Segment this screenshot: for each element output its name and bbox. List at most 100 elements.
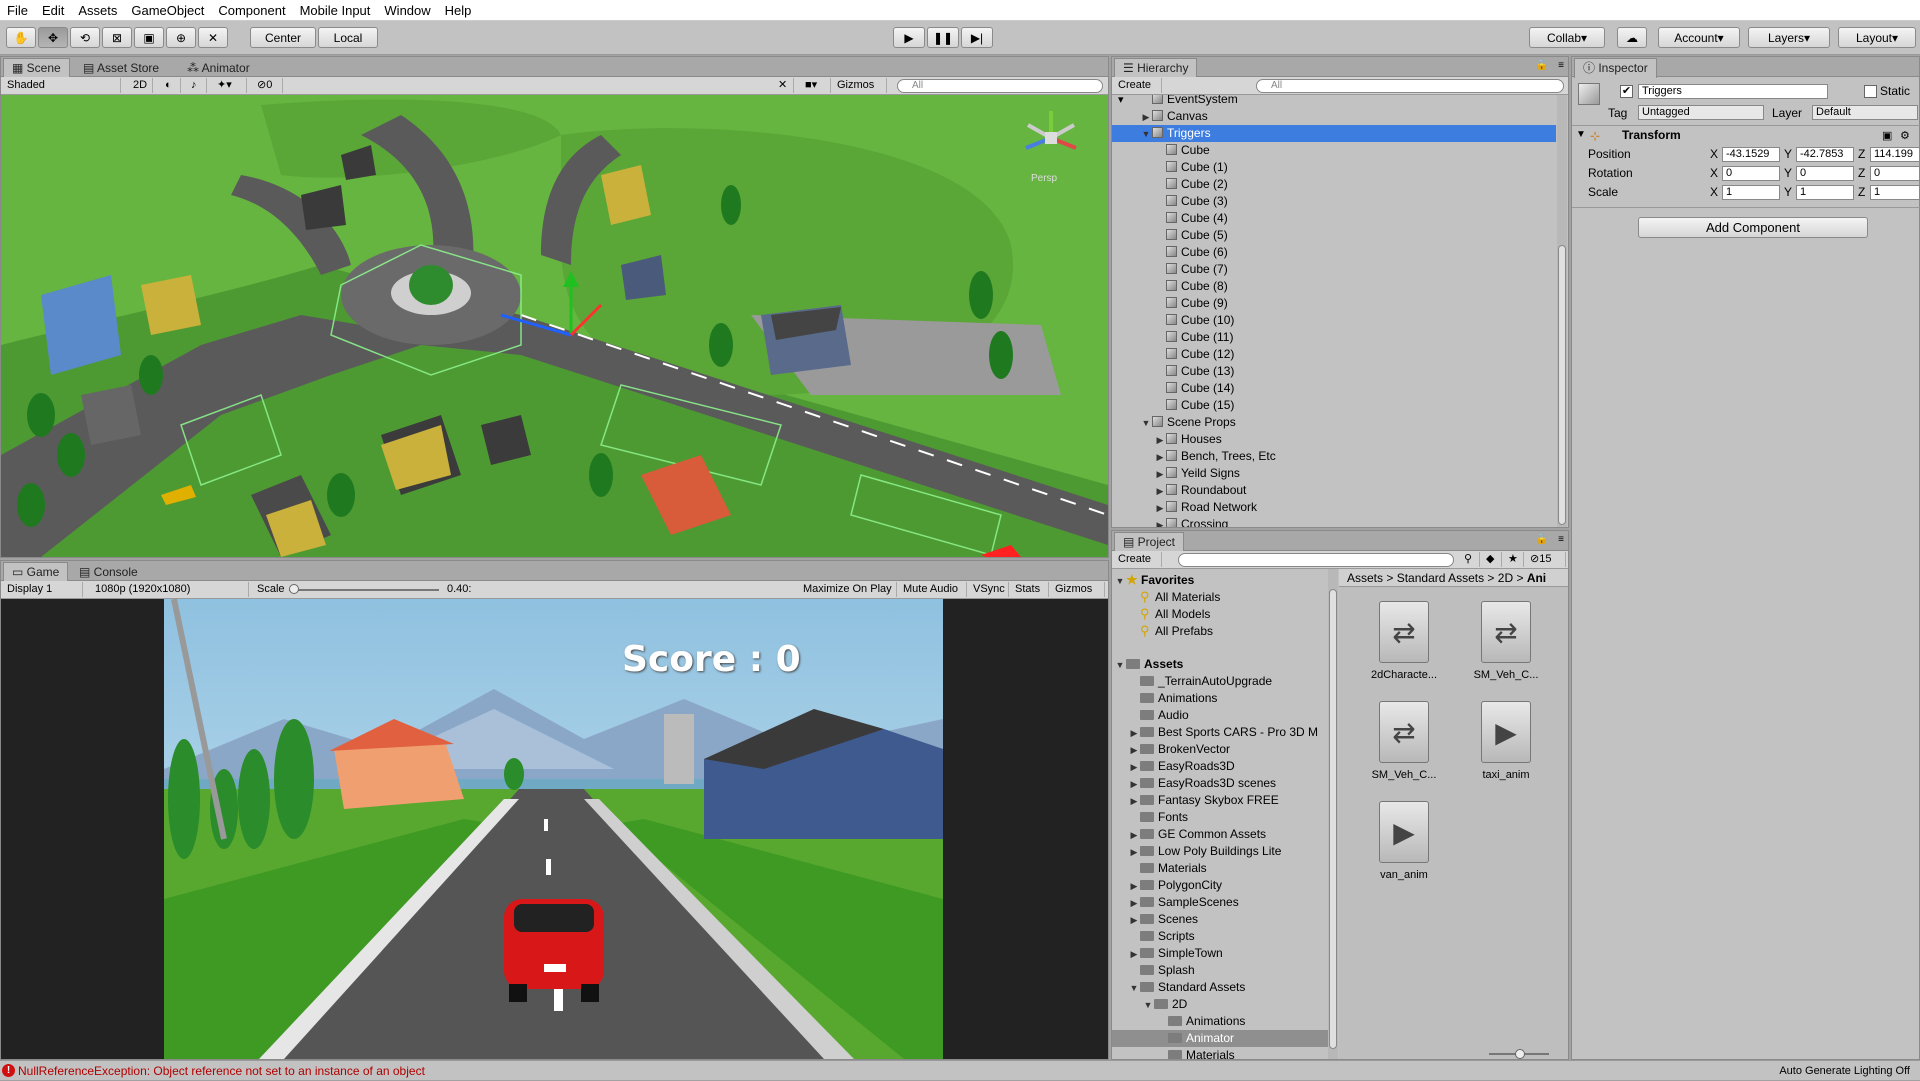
expand-down-icon[interactable]: ▼ (1128, 980, 1140, 997)
expand-right-icon[interactable]: ▶ (1140, 109, 1152, 126)
rotation-z-field[interactable]: 0 (1870, 166, 1920, 181)
hierarchy-item[interactable]: Cube (1) (1112, 159, 1556, 176)
hidden-layers-toggle[interactable]: ⊘0 (253, 78, 283, 93)
icon-size-slider[interactable] (1489, 1049, 1549, 1059)
expand-right-icon[interactable]: ▶ (1128, 844, 1140, 861)
filter-type-icon[interactable]: ⚲ (1460, 552, 1480, 567)
project-tree-item[interactable]: ▶ EasyRoads3D scenes (1112, 775, 1328, 792)
asset-item[interactable]: ⇄ SM_Veh_C... (1359, 701, 1449, 781)
component-settings-icon[interactable]: ⚙ (1900, 129, 1910, 142)
hierarchy-item[interactable]: ▶ Road Network (1112, 499, 1556, 516)
audio-icon[interactable]: ♪ (187, 78, 207, 93)
game-viewport[interactable]: Score : 0 (164, 599, 943, 1059)
hierarchy-item[interactable]: Cube (2) (1112, 176, 1556, 193)
tools-icon[interactable]: ✕ (774, 78, 794, 93)
name-field[interactable]: Triggers (1638, 84, 1828, 99)
transform-tool-icon[interactable]: ⊕ (166, 27, 196, 48)
project-tree-item[interactable]: ▶ Best Sports CARS - Pro 3D M (1112, 724, 1328, 741)
expand-right-icon[interactable]: ▶ (1154, 483, 1166, 500)
hierarchy-item[interactable]: Cube (11) (1112, 329, 1556, 346)
account-dropdown[interactable]: Account ▾ (1658, 27, 1740, 48)
project-tree-scrollbar[interactable] (1328, 569, 1338, 1059)
project-tree-item[interactable]: Splash (1112, 962, 1328, 979)
hierarchy-item[interactable]: ▶ Bench, Trees, Etc (1112, 448, 1556, 465)
gizmos-dropdown[interactable]: Gizmos ▾ (833, 78, 887, 106)
project-tree-item[interactable]: ▶ GE Common Assets (1112, 826, 1328, 843)
tab-asset-store[interactable]: ▤ Asset Store (75, 59, 167, 77)
camera-icon[interactable]: ■▾ (801, 78, 831, 93)
asset-item[interactable]: ⇄ 2dCharacte... (1359, 601, 1449, 681)
menu-assets[interactable]: Assets (71, 0, 124, 21)
expand-down-icon[interactable]: ▼ (1142, 997, 1154, 1014)
transform-foldout-icon[interactable]: ▼ (1576, 129, 1586, 140)
shading-dropdown[interactable]: Shaded (3, 78, 121, 93)
expand-right-icon[interactable]: ▶ (1128, 742, 1140, 759)
hierarchy-item[interactable]: ▶ Yeild Signs (1112, 465, 1556, 482)
stats-toggle[interactable]: Stats (1011, 582, 1049, 597)
expand-right-icon[interactable]: ▶ (1128, 878, 1140, 895)
expand-right-icon[interactable]: ▶ (1154, 449, 1166, 466)
project-tree-item[interactable]: ▶ BrokenVector (1112, 741, 1328, 758)
tag-dropdown[interactable]: Untagged (1638, 105, 1764, 120)
lighting-status[interactable]: Auto Generate Lighting Off (1779, 1061, 1910, 1081)
rotation-x-field[interactable]: 0 (1722, 166, 1780, 181)
project-tree-item[interactable]: Audio (1112, 707, 1328, 724)
project-create-dropdown[interactable]: Create ▾ (1114, 552, 1162, 580)
move-tool-icon[interactable]: ✥ (38, 27, 68, 48)
play-button[interactable]: ▶ (893, 27, 925, 48)
project-tree-item[interactable]: Scripts (1112, 928, 1328, 945)
project-tree-item[interactable]: Materials (1112, 860, 1328, 877)
scene-search-input[interactable]: All (897, 79, 1103, 93)
hierarchy-item[interactable]: ▶ Canvas (1112, 108, 1556, 125)
tab-animator[interactable]: ⁂ Animator (179, 59, 258, 77)
hierarchy-item[interactable]: Cube (8) (1112, 278, 1556, 295)
hidden-count[interactable]: ⊘15 (1526, 552, 1566, 567)
expand-right-icon[interactable]: ▶ (1128, 895, 1140, 912)
scene-viewport[interactable]: Persp (1, 95, 1108, 557)
layout-dropdown[interactable]: Layout ▾ (1838, 27, 1916, 48)
lighting-icon[interactable]: ◐ (161, 78, 181, 93)
display-dropdown[interactable]: Display 1 (3, 582, 83, 597)
menu-window[interactable]: Window (377, 0, 437, 21)
lock-icon[interactable]: 🔒 (1536, 60, 1548, 71)
help-icon[interactable]: ▣ (1882, 129, 1892, 142)
position-y-field[interactable]: -42.7853 (1796, 147, 1854, 162)
expand-right-icon[interactable]: ▶ (1154, 466, 1166, 483)
tab-game[interactable]: ▭ Game (3, 562, 69, 582)
menu-mobile-input[interactable]: Mobile Input (293, 0, 378, 21)
expand-right-icon[interactable]: ▶ (1128, 725, 1140, 742)
menu-component[interactable]: Component (211, 0, 292, 21)
project-tree-item[interactable]: ▶ SampleScenes (1112, 894, 1328, 911)
hierarchy-item[interactable]: Cube (6) (1112, 244, 1556, 261)
static-checkbox[interactable] (1864, 85, 1877, 98)
expand-right-icon[interactable]: ▶ (1154, 500, 1166, 517)
hand-tool-icon[interactable]: ✋ (6, 27, 36, 48)
menu-file[interactable]: File (0, 0, 35, 21)
project-tree-item[interactable]: Fonts (1112, 809, 1328, 826)
2d-toggle[interactable]: 2D (129, 78, 153, 93)
breadcrumb-standard-assets[interactable]: Standard Assets (1397, 571, 1484, 585)
game-gizmos-dropdown[interactable]: Gizmos ▾ (1051, 582, 1105, 610)
hierarchy-item[interactable]: Cube (3) (1112, 193, 1556, 210)
tab-project[interactable]: ▤ Project (1114, 532, 1185, 552)
scale-thumb[interactable] (289, 584, 299, 594)
hierarchy-item[interactable]: Cube (13) (1112, 363, 1556, 380)
icon-size-thumb[interactable] (1515, 1049, 1525, 1059)
persp-label[interactable]: Persp (1031, 173, 1057, 184)
scale-tool-icon[interactable]: ⊠ (102, 27, 132, 48)
rotation-y-field[interactable]: 0 (1796, 166, 1854, 181)
asset-item[interactable]: ⇄ SM_Veh_C... (1461, 601, 1551, 681)
scale-x-field[interactable]: 1 (1722, 185, 1780, 200)
tab-inspector[interactable]: ⓘ Inspector (1574, 58, 1657, 78)
breadcrumb-current[interactable]: Ani (1527, 571, 1546, 585)
favorite-icon[interactable]: ★ (1504, 552, 1524, 567)
scene-gizmo[interactable]: Persp (1016, 103, 1086, 184)
expand-down-icon[interactable]: ▼ (1140, 126, 1152, 143)
project-tree-item[interactable]: Animations (1112, 1013, 1328, 1030)
position-x-field[interactable]: -43.1529 (1722, 147, 1780, 162)
project-tree-item[interactable]: ▶ Low Poly Buildings Lite (1112, 843, 1328, 860)
layers-dropdown[interactable]: Layers ▾ (1748, 27, 1830, 48)
hierarchy-item[interactable]: ▶ Houses (1112, 431, 1556, 448)
asset-item[interactable]: ▶ taxi_anim (1461, 701, 1551, 781)
project-tree-item[interactable]: ▶ SimpleTown (1112, 945, 1328, 962)
